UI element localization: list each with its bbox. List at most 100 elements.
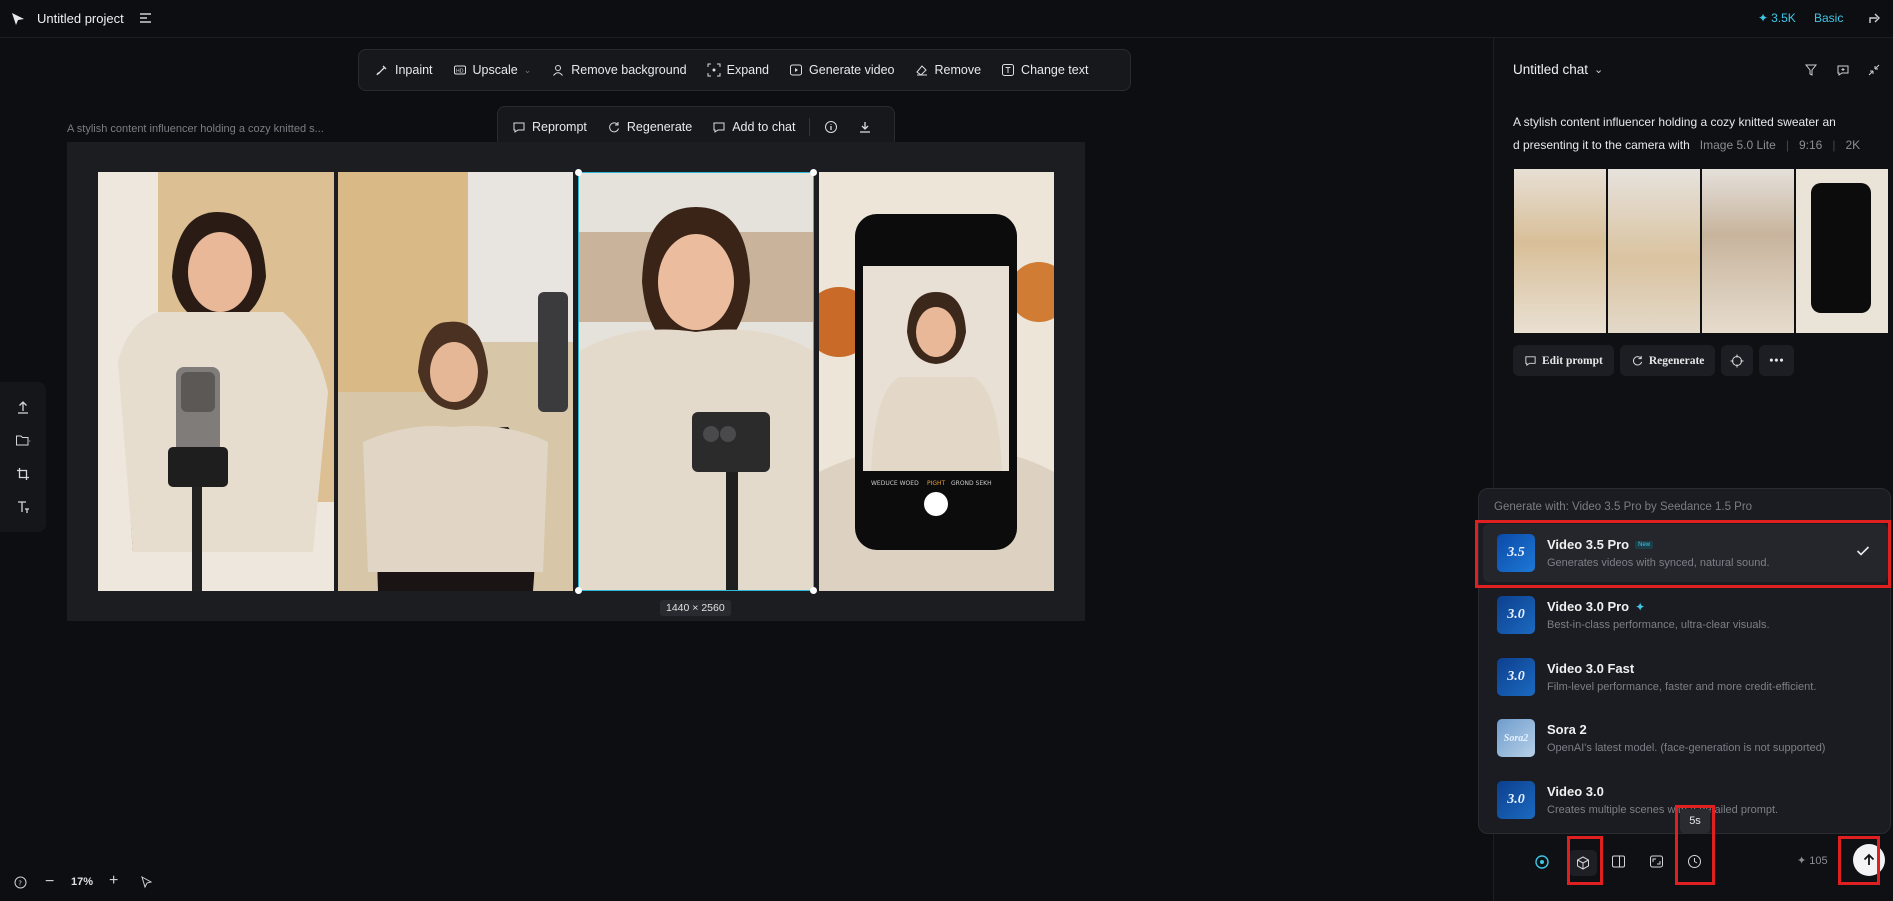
remove-background-button[interactable]: Remove background	[541, 50, 696, 90]
upscale-button[interactable]: HD Upscale ⌄	[443, 50, 542, 90]
zoom-out-button[interactable]: −	[45, 873, 54, 891]
video-play-icon	[790, 64, 803, 76]
edit-icon	[1525, 356, 1536, 367]
highlight-send	[1838, 836, 1880, 885]
new-chat-icon[interactable]	[1836, 63, 1850, 77]
plan-badge[interactable]: Basic	[1814, 11, 1843, 25]
target-button[interactable]	[1721, 345, 1754, 376]
change-text-button[interactable]: Change text	[991, 50, 1098, 90]
resize-handle-bl[interactable]	[575, 587, 582, 594]
svg-text:PIGHT: PIGHT	[927, 480, 946, 487]
crosshair-icon	[1730, 354, 1744, 367]
sparkle-icon: ✦	[1758, 11, 1769, 25]
highlight-selected-model	[1475, 520, 1891, 588]
credits-display[interactable]: ✦ 3.5K	[1758, 11, 1796, 25]
highlight-model-select	[1567, 836, 1603, 885]
share-icon[interactable]	[1868, 11, 1882, 25]
resize-handle-tr[interactable]	[810, 169, 817, 176]
svg-text:HD: HD	[456, 69, 464, 75]
frame-mode-icon[interactable]	[1611, 854, 1626, 869]
expand-icon	[707, 63, 721, 77]
left-toolbar	[0, 382, 46, 532]
resize-handle-tl[interactable]	[575, 169, 582, 176]
model-description: Film-level performance, faster and more …	[1547, 681, 1817, 693]
phone-shape	[1811, 183, 1871, 313]
zoom-level[interactable]: 17%	[71, 876, 93, 888]
zoom-in-button[interactable]: +	[109, 872, 118, 890]
info-button[interactable]	[814, 107, 848, 147]
model-tag: Image 5.0 Lite	[1699, 138, 1776, 152]
model-thumb-video-3-0: 3.0	[1497, 781, 1535, 819]
result-thumbnail-2[interactable]	[1608, 169, 1700, 333]
add-to-chat-button[interactable]: Add to chat	[702, 107, 805, 147]
project-title[interactable]: Untitled project	[37, 11, 124, 26]
crop-icon[interactable]	[16, 467, 30, 481]
text-tool-icon[interactable]	[16, 500, 30, 514]
brush-icon	[376, 65, 387, 76]
brush-settings-icon[interactable]	[1804, 63, 1818, 77]
ratio-tag: 9:16	[1798, 138, 1823, 152]
more-icon: •••	[1769, 354, 1785, 367]
download-button[interactable]	[848, 107, 882, 147]
model-text: Sora 2 OpenAI's latest model. (face-gene…	[1547, 722, 1825, 754]
app-logo-icon[interactable]	[10, 11, 26, 27]
canvas-caption: A stylish content influencer holding a c…	[67, 123, 324, 135]
reprompt-button[interactable]: Reprompt	[502, 107, 597, 147]
result-thumbnail-3[interactable]	[1702, 169, 1794, 333]
refresh-icon	[609, 122, 619, 133]
credits-count: 3.5K	[1771, 11, 1796, 25]
text-box-icon	[1002, 64, 1015, 76]
chat-plus-icon	[713, 122, 725, 133]
edit-prompt-button[interactable]: Edit prompt	[1513, 345, 1614, 376]
model-option-sora-2[interactable]: Sora2 Sora 2 OpenAI's latest model. (fac…	[1483, 709, 1888, 767]
aspect-ratio-icon[interactable]	[1649, 854, 1664, 869]
folder-icon[interactable]	[15, 433, 31, 447]
more-options-button[interactable]: •••	[1759, 345, 1795, 376]
model-option-video-3-0-pro[interactable]: 3.0 Video 3.0 Pro ✦ Best-in-class perfor…	[1483, 586, 1888, 644]
model-name: Video 3.0	[1547, 784, 1604, 799]
meta-divider: |	[1785, 138, 1789, 152]
result-thumbnail-1[interactable]	[1514, 169, 1606, 333]
model-name: Sora 2	[1547, 722, 1587, 737]
model-option-video-3-0-fast[interactable]: 3.0 Video 3.0 Fast Film-level performanc…	[1483, 648, 1888, 706]
cursor-tool-icon[interactable]	[140, 876, 153, 889]
model-description: Best-in-class performance, ultra-clear v…	[1547, 619, 1770, 631]
chat-title-dropdown[interactable]: Untitled chat ⌄	[1513, 62, 1603, 77]
result-thumbnail-4[interactable]	[1796, 169, 1888, 333]
download-icon	[860, 122, 871, 133]
reprompt-icon	[513, 122, 525, 133]
svg-text:?: ?	[18, 879, 22, 887]
inpaint-button[interactable]: Inpaint	[365, 50, 443, 90]
credit-cost: ✦ 105	[1797, 854, 1828, 868]
agent-mode-icon[interactable]	[1534, 854, 1550, 870]
model-description: OpenAI's latest model. (face-generation …	[1547, 742, 1826, 754]
regenerate-button[interactable]: Regenerate	[597, 107, 702, 147]
person-cutout-icon	[553, 65, 564, 76]
upload-icon[interactable]	[16, 400, 30, 414]
toolbar-divider	[809, 118, 811, 136]
expand-button[interactable]: Expand	[697, 50, 779, 90]
generate-video-button[interactable]: Generate video	[779, 50, 904, 90]
model-name: Video 3.0 Pro	[1547, 599, 1630, 614]
svg-text:GROND SEKH: GROND SEKH	[951, 480, 992, 487]
prompt-text-line2: d presenting it to the camera with	[1513, 138, 1690, 152]
remove-button[interactable]: Remove	[905, 50, 992, 90]
collapse-panel-icon[interactable]	[1867, 63, 1881, 77]
refresh-icon	[1632, 355, 1642, 366]
sparkle-icon: ✦	[1635, 599, 1646, 614]
model-text: Video 3.0 Creates multiple scenes with a…	[1547, 784, 1778, 816]
menu-icon[interactable]	[139, 12, 152, 24]
model-thumb-video-3-0-fast: 3.0	[1497, 658, 1535, 696]
model-text: Video 3.0 Fast Film-level performance, f…	[1547, 661, 1816, 693]
generated-image-4[interactable]: WEDUCE WOED PIGHT GROND SEKH	[819, 172, 1054, 591]
resize-handle-br[interactable]	[810, 587, 817, 594]
regenerate-chat-button[interactable]: Regenerate	[1619, 345, 1716, 376]
sparkle-icon: ✦	[1797, 855, 1807, 867]
edit-toolbar: Inpaint HD Upscale ⌄ Remove background E…	[358, 49, 1131, 91]
generated-image-1[interactable]	[98, 172, 334, 591]
prompt-text-line1: A stylish content influencer holding a c…	[1513, 115, 1836, 129]
selection-outline	[578, 172, 814, 591]
help-icon[interactable]: ?	[14, 876, 27, 889]
chevron-down-icon: ⌄	[523, 64, 532, 75]
generated-image-2[interactable]	[338, 172, 573, 591]
